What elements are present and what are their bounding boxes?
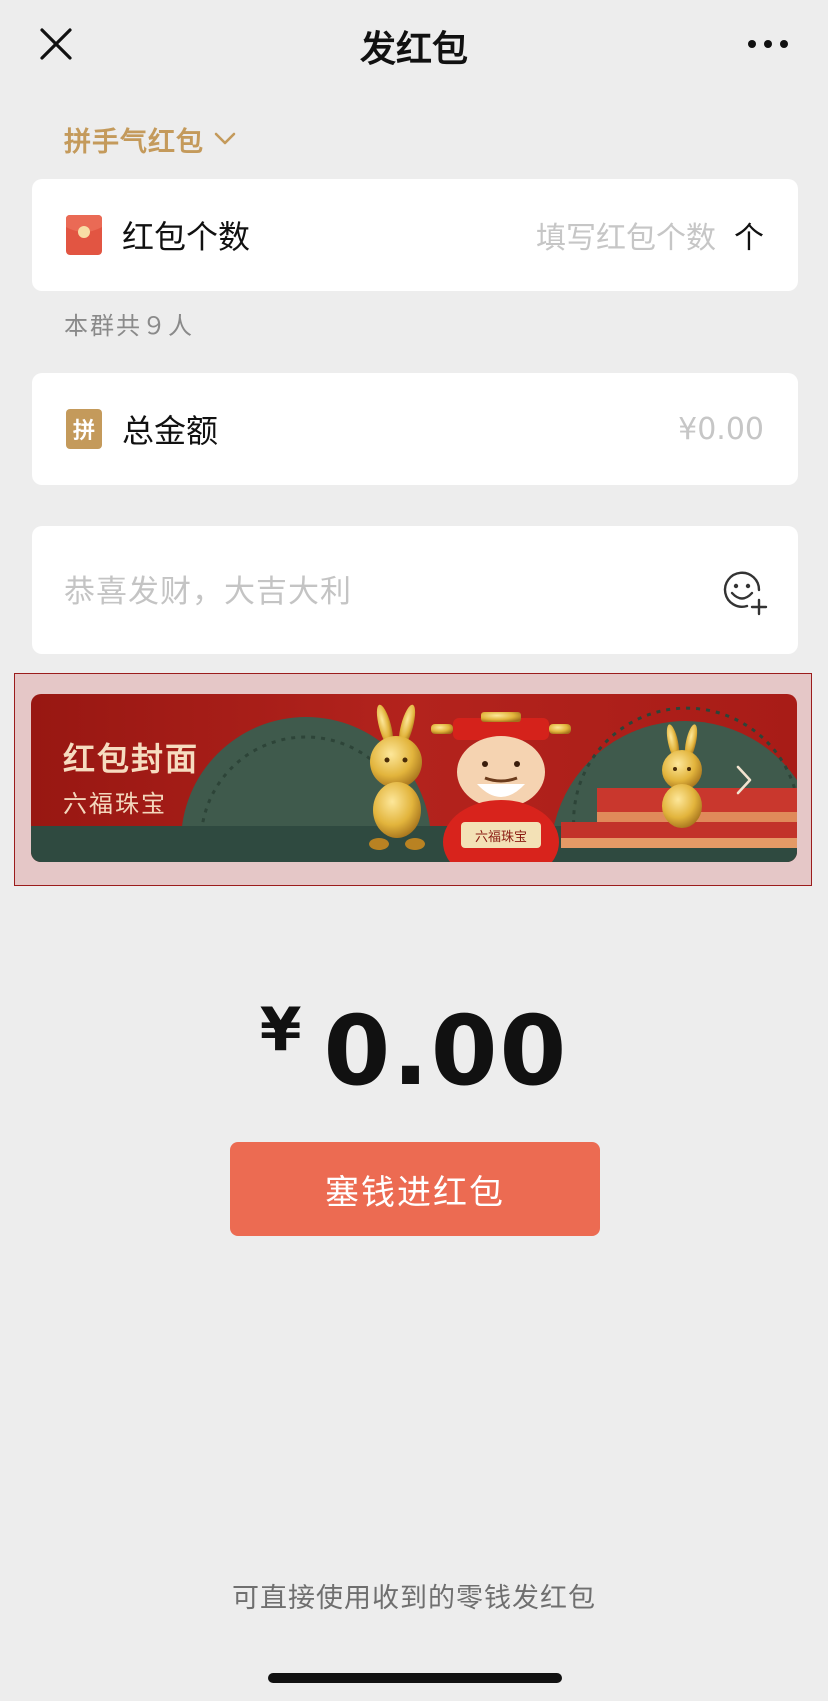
total-amount-row[interactable]: 拼 总金额 ¥0.00 — [32, 373, 798, 485]
greeting-input[interactable]: 恭喜发财，大吉大利 — [64, 566, 352, 611]
page-title: 发红包 — [359, 29, 468, 70]
home-indicator[interactable] — [268, 1673, 562, 1683]
cover-brand: 六福珠宝 — [63, 790, 167, 818]
cover-sign-text: 六福珠宝 — [475, 830, 527, 845]
packet-count-row[interactable]: 红包个数 填写红包个数 个 — [32, 179, 798, 291]
chevron-down-icon — [214, 132, 236, 145]
top-nav-bar: 发红包 — [0, 0, 828, 90]
greeting-field[interactable]: 恭喜发财，大吉大利 — [32, 526, 798, 654]
packet-type-selector[interactable]: 拼手气红包 — [64, 118, 236, 160]
cover-highlight: 六福珠宝 红包封面 六福珠宝 — [14, 673, 812, 886]
total-amount-label: 总金额 — [122, 412, 219, 450]
packet-count-unit: 个 — [734, 221, 764, 256]
more-dots-icon[interactable] — [738, 26, 798, 62]
total-amount-input[interactable]: ¥0.00 — [678, 412, 764, 447]
send-red-packet-screen: 发红包 拼手气红包 红包个数 填写红包个数 个 本群共９人 拼 总金额 ¥0.0… — [0, 0, 828, 1701]
pin-badge-icon: 拼 — [66, 409, 102, 449]
red-packet-cover-banner[interactable]: 六福珠宝 红包封面 六福珠宝 — [31, 694, 797, 862]
red-envelope-icon — [66, 215, 102, 255]
change-balance-note: 可直接使用收到的零钱发红包 — [232, 1583, 596, 1614]
currency-symbol: ¥ — [259, 995, 302, 1065]
group-member-hint: 本群共９人 — [64, 312, 194, 340]
packet-count-label: 红包个数 — [122, 218, 251, 256]
amount-display: ¥0.00 — [0, 995, 828, 1107]
emoji-add-icon[interactable] — [720, 568, 770, 618]
cover-title: 红包封面 — [63, 740, 200, 778]
amount-value: 0.00 — [323, 995, 569, 1107]
submit-money-button[interactable]: 塞钱进红包 — [230, 1142, 600, 1236]
pin-badge-text: 拼 — [72, 419, 95, 444]
chevron-right-icon — [736, 765, 752, 795]
packet-count-input[interactable]: 填写红包个数 — [536, 213, 716, 257]
packet-type-label: 拼手气红包 — [64, 126, 204, 158]
